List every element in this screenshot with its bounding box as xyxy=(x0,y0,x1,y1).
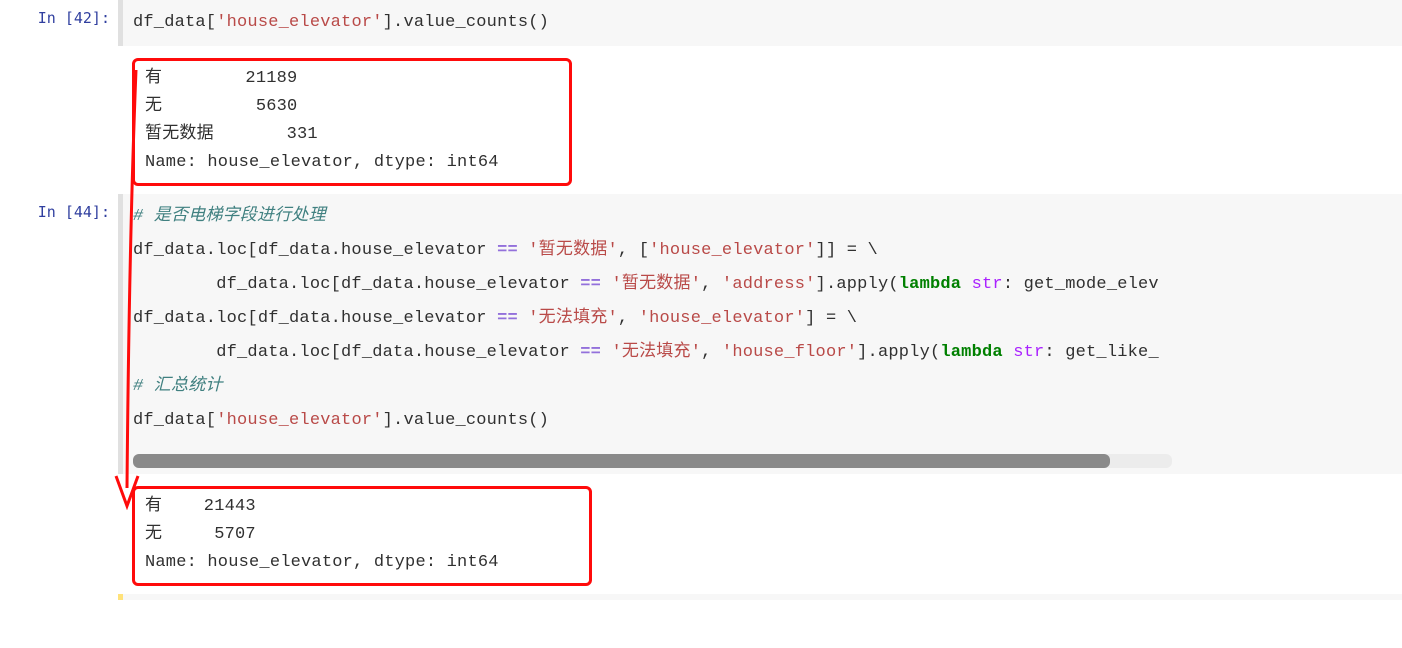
prompt-label: In [44]: xyxy=(0,194,118,478)
code-cell-42: In [42]: df_data['house_elevator'].value… xyxy=(0,0,1402,50)
output-text: 有 21189 无 5630 暂无数据 331 Name: house_elev… xyxy=(145,65,559,177)
output-cell-44: . 有 21443 无 5707 Name: house_elevator, d… xyxy=(0,478,1402,594)
code-input[interactable]: # 是否电梯字段进行处理 df_data.loc[df_data.house_e… xyxy=(118,194,1402,474)
scrollbar-thumb[interactable] xyxy=(133,454,1110,468)
code-cell-44: In [44]: # 是否电梯字段进行处理 df_data.loc[df_dat… xyxy=(0,194,1402,478)
horizontal-scrollbar[interactable] xyxy=(133,454,1172,468)
code-output: 有 21189 无 5630 暂无数据 331 Name: house_elev… xyxy=(118,50,1402,194)
prompt-label: In [42]: xyxy=(0,0,118,50)
code-text: # 是否电梯字段进行处理 df_data.loc[df_data.house_e… xyxy=(133,200,1392,438)
annotation-box: 有 21189 无 5630 暂无数据 331 Name: house_elev… xyxy=(132,58,572,186)
prompt-spacer: . xyxy=(0,50,118,194)
annotation-box: 有 21443 无 5707 Name: house_elevator, dty… xyxy=(132,486,592,586)
next-cell-sliver xyxy=(118,594,1402,600)
code-input[interactable]: df_data['house_elevator'].value_counts() xyxy=(118,0,1402,46)
code-text: df_data['house_elevator'].value_counts() xyxy=(133,6,1392,40)
prompt-spacer: . xyxy=(0,478,118,594)
output-cell-42: . 有 21189 无 5630 暂无数据 331 Name: house_el… xyxy=(0,50,1402,194)
code-output: 有 21443 无 5707 Name: house_elevator, dty… xyxy=(118,478,1402,594)
notebook-container: In [42]: df_data['house_elevator'].value… xyxy=(0,0,1402,626)
next-cell-edge: . xyxy=(0,594,1402,626)
output-text: 有 21443 无 5707 Name: house_elevator, dty… xyxy=(145,493,579,577)
